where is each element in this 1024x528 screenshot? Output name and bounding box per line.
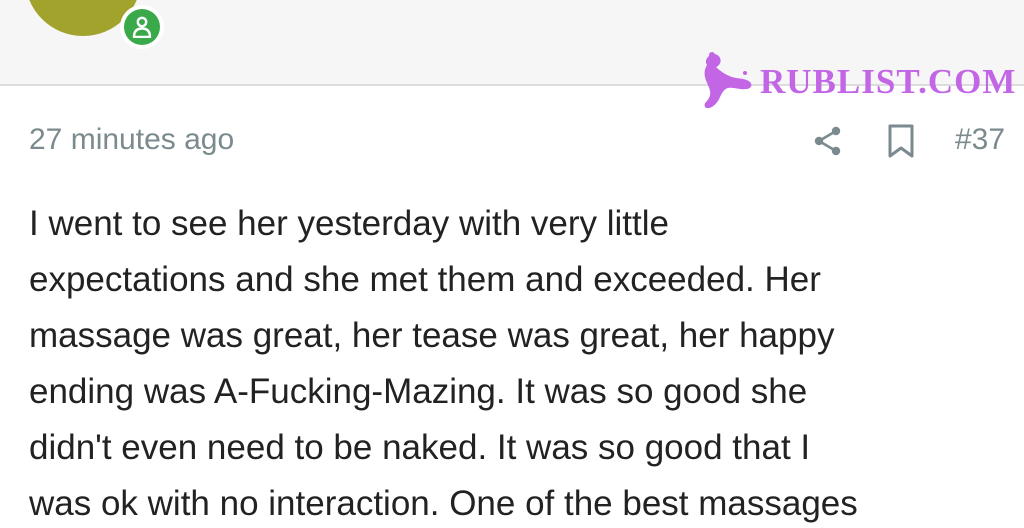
bookmark-icon[interactable] — [884, 123, 918, 159]
silhouette-logo-icon — [704, 52, 752, 109]
post-body: I went to see her yesterday with very li… — [29, 196, 1019, 528]
forum-post-view: RUBLIST.COM 27 minutes ago #37 I went to… — [0, 0, 1024, 528]
post-body-line: expectations and she met them and exceed… — [29, 260, 821, 299]
post-number-link[interactable]: #37 — [955, 123, 1005, 157]
watermark: RUBLIST.COM — [698, 48, 1016, 114]
post-body-line: massage was great, her tease was great, … — [29, 316, 835, 355]
share-icon[interactable] — [811, 124, 845, 158]
post-meta: 27 minutes ago #37 — [0, 118, 1024, 162]
post-body-line: I went to see her yesterday with very li… — [29, 204, 669, 243]
post-body-line: ending was A-Fucking-Mazing. It was so g… — [29, 372, 808, 411]
post-body-line: was ok with no interaction. One of the b… — [29, 484, 858, 523]
post-timestamp: 27 minutes ago — [29, 123, 235, 156]
post-body-line: didn't even need to be naked. It was so … — [29, 428, 811, 467]
online-status-badge — [120, 5, 164, 49]
person-icon — [132, 16, 152, 38]
watermark-text: RUBLIST.COM — [760, 61, 1017, 101]
